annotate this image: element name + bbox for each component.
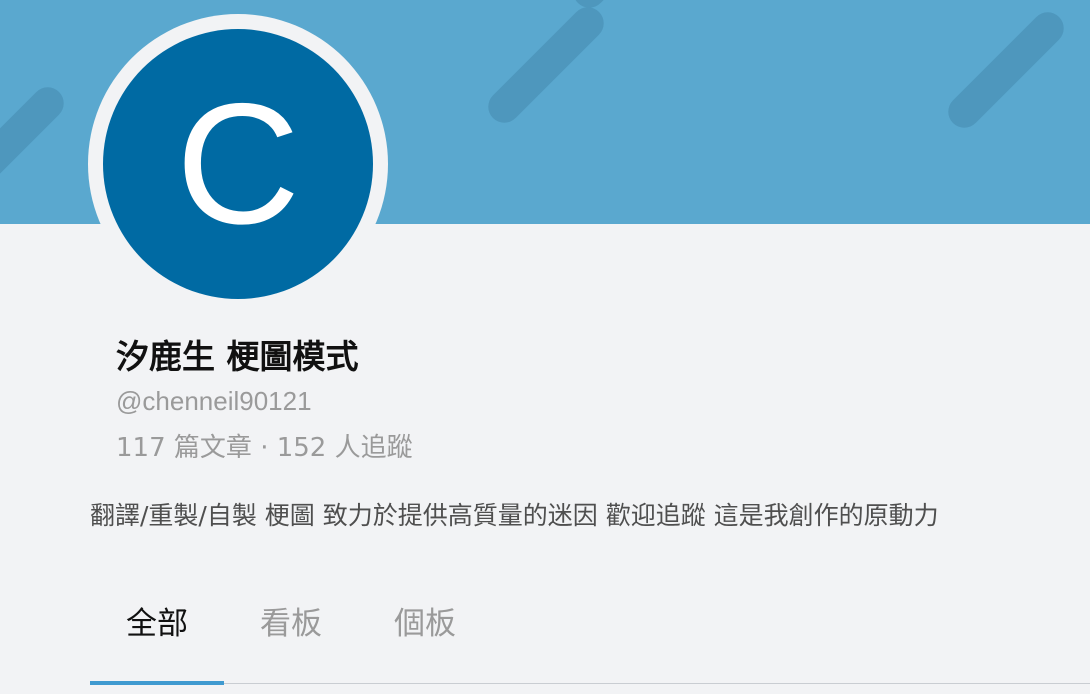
followers-label: 人追蹤 xyxy=(334,433,413,463)
tabs-divider xyxy=(90,683,1090,684)
avatar: C xyxy=(103,29,373,299)
stats-separator: · xyxy=(260,433,269,463)
profile-name: 汐鹿生 梗圖模式 xyxy=(116,337,359,376)
active-tab-indicator xyxy=(90,681,224,685)
tab-all[interactable]: 全部 xyxy=(90,598,224,643)
cover-decoration xyxy=(941,5,1071,135)
cover-decoration xyxy=(0,80,71,210)
profile-stats: 117 篇文章 · 152 人追蹤 xyxy=(116,427,413,464)
tab-boards[interactable]: 看板 xyxy=(224,598,358,643)
profile-page: C 汐鹿生 梗圖模式 @chenneil90121 117 篇文章 · 152 … xyxy=(0,0,1090,694)
posts-count: 117 xyxy=(116,433,166,463)
profile-bio: 翻譯/重製/自製 梗圖 致力於提供高質量的迷因 歡迎追蹤 這是我創作的原動力 xyxy=(90,501,939,530)
profile-handle: @chenneil90121 xyxy=(116,386,312,416)
tab-personal-board[interactable]: 個板 xyxy=(358,598,492,643)
followers-count: 152 xyxy=(276,433,327,463)
cover-decoration xyxy=(481,0,611,130)
avatar-letter: C xyxy=(175,68,301,260)
posts-label: 篇文章 xyxy=(173,433,252,463)
profile-tabs: 全部 看板 個板 xyxy=(90,590,1090,686)
